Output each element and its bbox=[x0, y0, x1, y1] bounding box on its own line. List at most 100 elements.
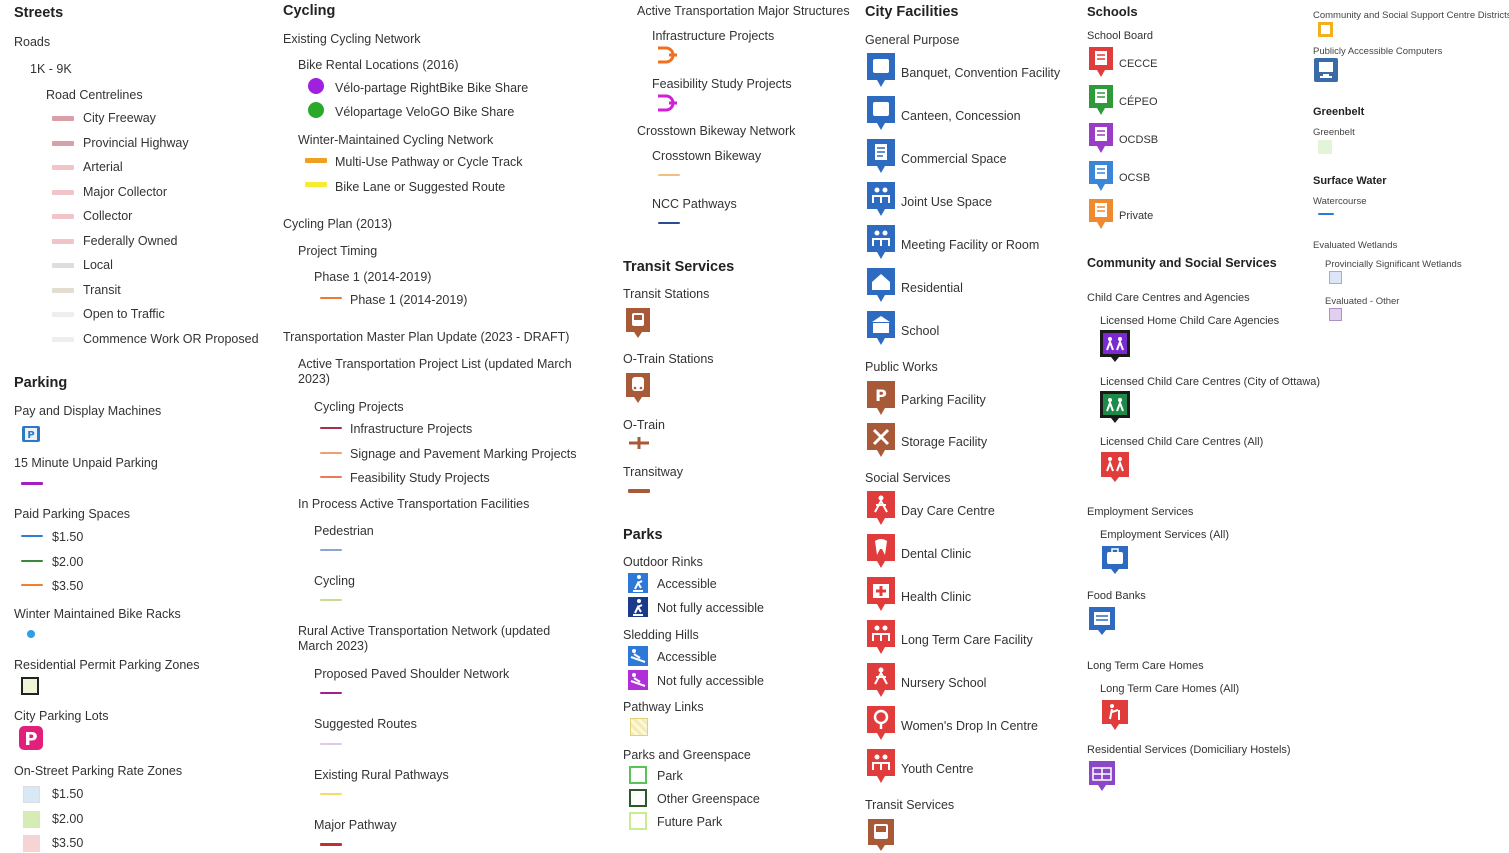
sled-not-accessible-icon bbox=[628, 670, 648, 690]
project-timing-label: Project Timing bbox=[298, 244, 378, 258]
in-process-label: In Process Active Transportation Facilit… bbox=[298, 497, 530, 511]
employment-all-label: Employment Services (All) bbox=[1100, 529, 1229, 541]
food-bank-icon bbox=[1088, 606, 1116, 636]
rate-zone-label: $2.00 bbox=[52, 811, 84, 826]
facility-label: Commercial Space bbox=[901, 152, 1007, 166]
paid-rate-label: $1.50 bbox=[52, 530, 84, 544]
road-class-line bbox=[52, 116, 74, 121]
community-heading: Community and Social Services bbox=[1087, 256, 1277, 270]
bike-racks-label: Winter Maintained Bike Racks bbox=[14, 607, 181, 621]
winter-network-label: Winter-Maintained Cycling Network bbox=[298, 133, 494, 147]
cycling-heading: Cycling bbox=[283, 3, 336, 19]
youth-icon bbox=[866, 748, 896, 784]
cycling-plan-label: Cycling Plan (2013) bbox=[283, 217, 393, 231]
park-label: Park bbox=[657, 769, 683, 783]
phase1-group-label: Phase 1 (2014-2019) bbox=[314, 270, 432, 284]
crosstown-network-label: Crosstown Bikeway Network bbox=[637, 124, 796, 138]
existing-rural-line bbox=[320, 793, 342, 795]
at-infra-label: Infrastructure Projects bbox=[652, 29, 775, 43]
otrain-station-icon bbox=[624, 371, 652, 405]
suggested-routes-line bbox=[320, 743, 342, 745]
city-lots-label: City Parking Lots bbox=[14, 709, 109, 723]
road-class-label: Open to Traffic bbox=[83, 307, 165, 321]
crosstown-line bbox=[658, 174, 680, 176]
existing-rural-label: Existing Rural Pathways bbox=[314, 768, 449, 782]
cycling-project-line bbox=[320, 427, 342, 429]
pathway-links-label: Pathway Links bbox=[623, 700, 704, 714]
road-class-label: Major Collector bbox=[83, 184, 168, 199]
social-services-label: Social Services bbox=[865, 471, 951, 485]
bike-rack-dot bbox=[27, 630, 35, 638]
greenbelt-heading: Greenbelt bbox=[1313, 106, 1365, 118]
road-class-line bbox=[52, 263, 74, 268]
rightbike-swatch bbox=[308, 78, 324, 94]
residential-services-label: Residential Services (Domiciliary Hostel… bbox=[1087, 744, 1291, 756]
road-class-label: Commence Work OR Proposed bbox=[83, 331, 259, 346]
city-facilities-heading: City Facilities bbox=[865, 4, 959, 20]
rate-zone-swatch bbox=[23, 835, 40, 852]
parks-heading: Parks bbox=[623, 527, 663, 543]
pedestrian-line bbox=[320, 549, 342, 551]
permit-zone-swatch bbox=[21, 677, 39, 695]
transit-heading: Transit Services bbox=[623, 259, 735, 275]
bike-lane-line bbox=[305, 182, 327, 187]
districts-swatch bbox=[1318, 22, 1333, 37]
road-class-line bbox=[52, 165, 74, 170]
rightbike-label: Vélo-partage RightBike Bike Share bbox=[335, 81, 529, 95]
ccc-all-icon bbox=[1100, 451, 1130, 483]
unpaid15-label: 15 Minute Unpaid Parking bbox=[14, 456, 158, 470]
school-board-icon bbox=[1088, 160, 1114, 192]
suggested-routes-label: Suggested Routes bbox=[314, 717, 417, 731]
rural-network-label: Rural Active Transportation Network (upd… bbox=[298, 624, 551, 653]
other-greenspace-swatch bbox=[629, 789, 647, 807]
paved-shoulder-label: Proposed Paved Shoulder Network bbox=[314, 667, 510, 681]
ltc-icon bbox=[866, 619, 896, 655]
velogo-swatch bbox=[308, 102, 324, 118]
parking-heading: Parking bbox=[14, 375, 68, 391]
paid-rate-label: $3.50 bbox=[52, 579, 84, 593]
transit-station-icon bbox=[624, 306, 652, 340]
general-purpose-label: General Purpose bbox=[865, 33, 960, 47]
otrain-line-icon bbox=[628, 435, 650, 451]
multi-use-line bbox=[305, 158, 327, 163]
velogo-label: Vélopartage VeloGO Bike Share bbox=[335, 105, 515, 119]
paid-rate-line bbox=[21, 559, 43, 562]
residential-services-icon bbox=[1088, 760, 1116, 792]
rate-zone-swatch bbox=[23, 810, 40, 828]
existing-network-label: Existing Cycling Network bbox=[283, 32, 421, 46]
park-swatch bbox=[629, 766, 647, 784]
road-centrelines-label: Road Centrelines bbox=[46, 88, 143, 102]
meeting-icon bbox=[866, 224, 896, 260]
atpl-label: Active Transportation Project List (upda… bbox=[298, 357, 572, 386]
school-board-label: Private bbox=[1119, 210, 1154, 222]
crosstown-label: Crosstown Bikeway bbox=[652, 149, 762, 163]
commercial-icon bbox=[866, 138, 896, 174]
school-board-icon bbox=[1088, 122, 1114, 154]
wetlands-label: Evaluated Wetlands bbox=[1313, 240, 1398, 251]
ccc-ottawa-label: Licensed Child Care Centres (City of Ott… bbox=[1100, 376, 1321, 388]
ltc-homes-label: Long Term Care Homes bbox=[1087, 660, 1204, 672]
school-board-label: CECCE bbox=[1119, 58, 1158, 70]
paved-shoulder-line bbox=[320, 692, 342, 694]
facility-label: Dental Clinic bbox=[901, 547, 972, 561]
cf-transit-services-label: Transit Services bbox=[865, 798, 955, 812]
otrain-label: O-Train bbox=[623, 418, 665, 432]
road-class-line bbox=[52, 336, 74, 342]
greenbelt-label: Greenbelt bbox=[1313, 127, 1355, 138]
rate-zones-label: On-Street Parking Rate Zones bbox=[14, 764, 183, 778]
road-class-label: Local bbox=[83, 258, 113, 272]
districts-label: Community and Social Support Centre Dist… bbox=[1313, 10, 1509, 21]
sled-accessible-icon bbox=[628, 646, 648, 666]
watercourse-label: Watercourse bbox=[1313, 196, 1367, 207]
cycling-projects-label: Cycling Projects bbox=[314, 400, 404, 414]
bike-lane-label: Bike Lane or Suggested Route bbox=[335, 180, 506, 194]
tmp-label: Transportation Master Plan Update (2023 … bbox=[283, 330, 570, 344]
future-park-label: Future Park bbox=[657, 815, 723, 829]
provincial-wetlands-label: Provincially Significant Wetlands bbox=[1325, 259, 1462, 270]
at-structures-label: Active Transportation Major Structures bbox=[637, 4, 850, 18]
food-banks-label: Food Banks bbox=[1087, 590, 1146, 602]
road-class-line bbox=[52, 140, 74, 146]
sled-accessible-label: Accessible bbox=[657, 650, 717, 664]
facility-label: Nursery School bbox=[901, 676, 987, 690]
schools-heading: Schools bbox=[1087, 4, 1138, 19]
